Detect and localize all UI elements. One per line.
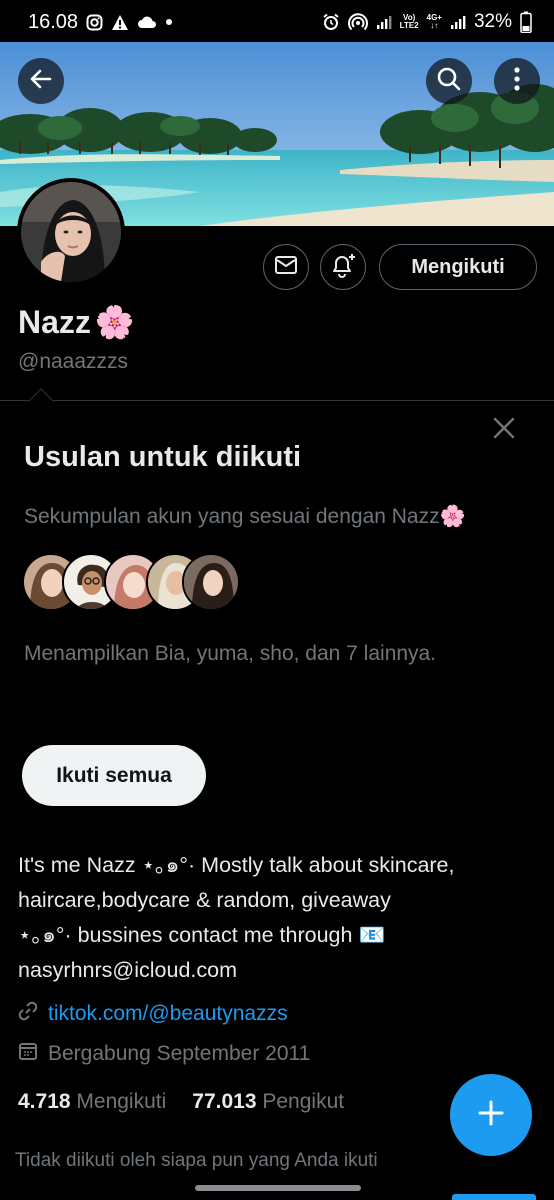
suggestions-showing-text: Menampilkan Bia, yuma, sho, dan 7 lainny…: [24, 642, 437, 665]
message-button[interactable]: [263, 244, 309, 290]
status-bar: 16.08 Vo) LTE2 4G+ ↓↑ 32%: [0, 0, 554, 44]
following-label: Mengikuti: [76, 1090, 167, 1113]
calendar-icon: [18, 1041, 38, 1067]
warning-icon: [111, 14, 129, 31]
user-handle: @naaazzzs: [18, 350, 129, 373]
search-button[interactable]: [426, 58, 472, 104]
link-icon: [18, 1001, 38, 1027]
battery-icon: [520, 11, 532, 33]
following-button[interactable]: Mengikuti: [379, 244, 537, 290]
bell-plus-icon: [329, 252, 357, 283]
more-vertical-icon: [513, 66, 521, 97]
profile-avatar[interactable]: [17, 178, 125, 286]
suggestions-subtitle: Sekumpulan akun yang sesuai dengan Nazz🌸: [24, 505, 466, 528]
bio-line: haircare,bodycare & random, giveaway: [18, 888, 391, 912]
notification-bell-button[interactable]: [320, 244, 366, 290]
bio-line: ⋆｡๑°· bussines contact me through 📧: [18, 923, 386, 947]
suggested-avatars[interactable]: [22, 553, 240, 613]
profile-website-link[interactable]: tiktok.com/@beautynazzs: [48, 1002, 288, 1026]
back-button[interactable]: [18, 58, 64, 104]
close-icon: [493, 417, 515, 444]
compose-post-button[interactable]: [450, 1074, 532, 1156]
hotspot-icon: [347, 12, 368, 32]
follow-all-button[interactable]: Ikuti semua: [22, 745, 206, 806]
data-arrows-icon: ↓↑: [430, 21, 439, 30]
home-indicator[interactable]: [195, 1185, 361, 1191]
instagram-icon: [86, 14, 103, 31]
plus-icon: [476, 1098, 506, 1133]
alarm-icon: [322, 13, 340, 31]
following-stat[interactable]: 4.718 Mengikuti: [18, 1090, 166, 1114]
follow-stats: 4.718 Mengikuti 77.013 Pengikut: [18, 1090, 344, 1114]
suggestion-pointer: [28, 388, 54, 414]
dismiss-suggestions-button[interactable]: [488, 414, 520, 446]
status-time: 16.08: [28, 10, 79, 33]
dot-icon: [165, 18, 173, 26]
followers-count: 77.013: [192, 1090, 257, 1113]
network-4g-label: 4G+ ↓↑: [427, 14, 442, 30]
status-right: Vo) LTE2 4G+ ↓↑ 32%: [322, 11, 532, 33]
suggestions-title: Usulan untuk diikuti: [24, 441, 302, 473]
display-name: Nazz 🌸: [18, 303, 135, 341]
arrow-left-icon: [28, 66, 54, 97]
avatar-photo: [21, 182, 121, 282]
network-volte-label: Vo) LTE2: [400, 14, 419, 30]
envelope-icon: [274, 255, 298, 280]
joined-date-text: Bergabung September 2011: [48, 1042, 311, 1065]
bio-line: It's me Nazz ⋆｡๑°· Mostly talk about ski…: [18, 853, 455, 877]
battery-percent: 32%: [473, 11, 512, 32]
cloud-icon: [137, 15, 157, 29]
profile-bio: It's me Nazz ⋆｡๑°· Mostly talk about ski…: [18, 848, 538, 988]
section-divider: [0, 400, 554, 401]
lte-text: LTE2: [399, 21, 419, 30]
status-left: 16.08: [28, 11, 173, 34]
followers-label: Pengikut: [262, 1090, 345, 1113]
more-options-button[interactable]: [494, 58, 540, 104]
joined-date-row: Bergabung September 2011: [18, 1041, 310, 1067]
cherry-blossom-emoji: 🌸: [94, 304, 135, 340]
bottom-bar-edge: [452, 1194, 536, 1200]
bio-line: nasyrhnrs@icloud.com: [18, 958, 237, 982]
following-count: 4.718: [18, 1090, 71, 1113]
followers-stat[interactable]: 77.013 Pengikut: [192, 1090, 344, 1114]
signal-icon-2: [450, 14, 466, 30]
profile-link-row: tiktok.com/@beautynazzs: [18, 1001, 288, 1027]
signal-icon: [376, 14, 392, 30]
display-name-text: Nazz: [18, 303, 91, 340]
suggested-avatar[interactable]: [182, 553, 240, 611]
followed-by-text: Tidak diikuti oleh siapa pun yang Anda i…: [15, 1150, 378, 1171]
search-icon: [436, 66, 462, 97]
